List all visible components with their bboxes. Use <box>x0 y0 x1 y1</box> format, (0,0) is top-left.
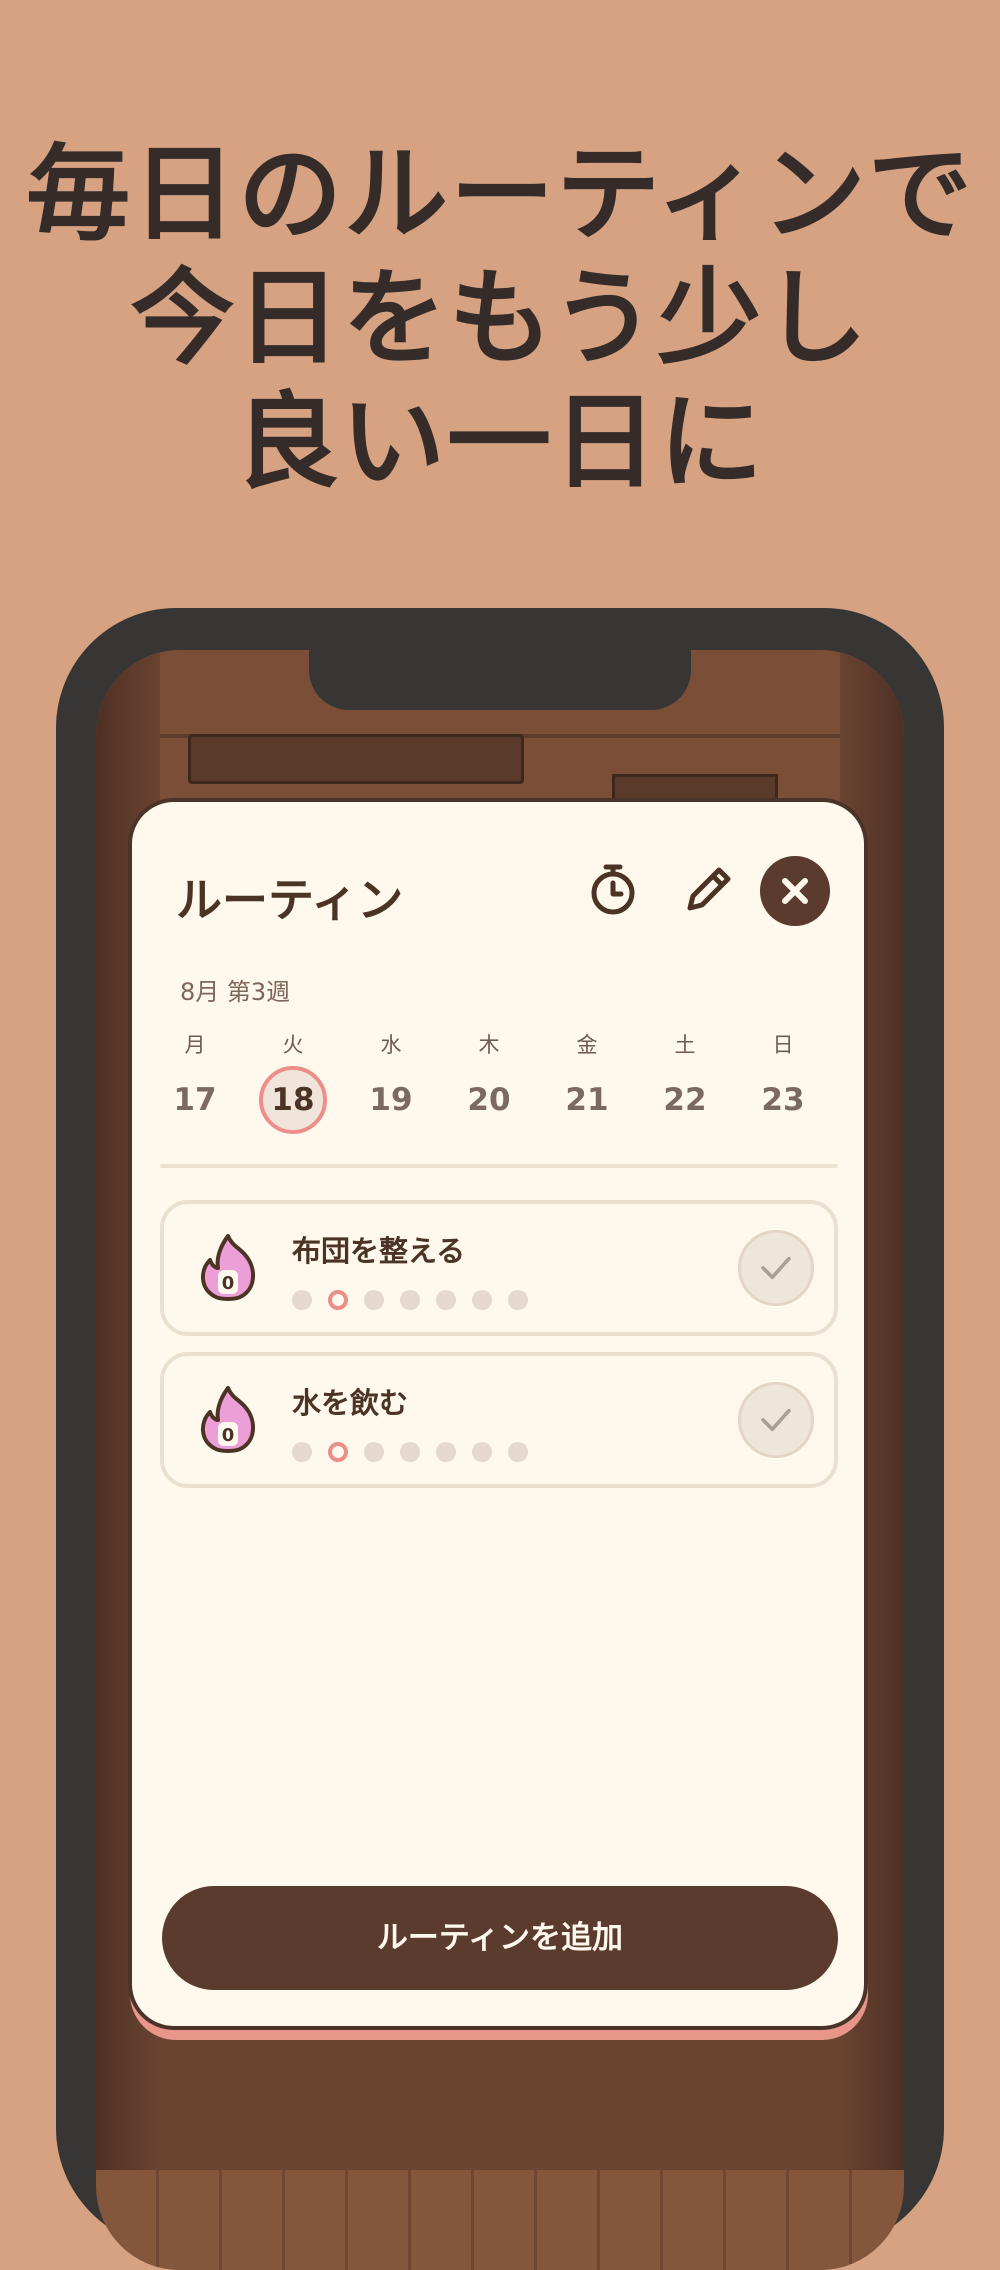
day-of-week: 火 <box>282 1033 304 1057</box>
progress-dot <box>292 1290 312 1310</box>
room-floor <box>96 2170 904 2270</box>
streak-count: 0 <box>222 1425 235 1446</box>
headline: 毎日のルーティンで 今日をもう少し 良い一日に <box>0 132 1000 504</box>
close-button[interactable] <box>760 856 830 926</box>
routine-name: 布団を整える <box>292 1234 466 1268</box>
day-sat[interactable]: 土 22 <box>646 1030 724 1160</box>
check-icon <box>761 1408 791 1432</box>
progress-dot <box>400 1442 420 1462</box>
phone-notch <box>309 608 691 710</box>
panel-title: ルーティン <box>176 873 404 927</box>
add-routine-button[interactable]: ルーティンを追加 <box>162 1886 838 1990</box>
routine-item[interactable]: 0 布団を整える <box>160 1200 838 1336</box>
day-thu[interactable]: 木 20 <box>450 1030 528 1160</box>
timer-icon <box>591 864 635 915</box>
progress-dot <box>472 1442 492 1462</box>
progress-dot <box>364 1290 384 1310</box>
streak-count: 0 <box>222 1273 235 1294</box>
day-number: 20 <box>467 1082 511 1118</box>
headline-line-3: 良い一日に <box>234 381 765 503</box>
day-number: 18 <box>259 1066 327 1134</box>
progress-dot <box>436 1442 456 1462</box>
day-of-week: 土 <box>674 1033 696 1057</box>
room-shelf <box>188 734 524 784</box>
timer-button[interactable] <box>578 854 648 924</box>
routine-item[interactable]: 0 水を飲む <box>160 1352 838 1488</box>
day-number: 21 <box>565 1082 609 1118</box>
routine-name: 水を飲む <box>292 1386 409 1420</box>
day-mon[interactable]: 月 17 <box>156 1030 234 1160</box>
close-icon <box>782 878 808 904</box>
day-of-week: 水 <box>380 1033 402 1057</box>
progress-dot <box>472 1290 492 1310</box>
complete-button[interactable] <box>738 1382 814 1458</box>
routine-panel: ルーティン 8月 第3週 月 17 火 18 水 19 木 20 金 21 土 … <box>128 798 868 2030</box>
progress-dot <box>292 1442 312 1462</box>
day-sun[interactable]: 日 23 <box>744 1030 822 1160</box>
pencil-icon <box>687 867 731 911</box>
week-day-selector: 月 17 火 18 水 19 木 20 金 21 土 22 日 23 <box>156 1030 844 1160</box>
progress-dot <box>436 1290 456 1310</box>
day-of-week: 月 <box>184 1033 206 1057</box>
progress-dot-today <box>328 1290 348 1310</box>
progress-dot <box>508 1442 528 1462</box>
progress-dot-today <box>328 1442 348 1462</box>
headline-line-2: 今日をもう少し <box>130 257 870 379</box>
edit-button[interactable] <box>674 854 744 924</box>
day-wed[interactable]: 水 19 <box>352 1030 430 1160</box>
divider <box>160 1164 838 1168</box>
check-icon <box>761 1256 791 1280</box>
progress-dot <box>400 1290 420 1310</box>
day-number: 17 <box>173 1082 217 1118</box>
flame-icon: 0 <box>201 1234 255 1301</box>
day-number: 23 <box>761 1082 805 1118</box>
flame-icon: 0 <box>201 1386 255 1453</box>
week-label: 8月 第3週 <box>180 978 291 1006</box>
day-of-week: 木 <box>478 1033 500 1057</box>
day-number: 22 <box>663 1082 707 1118</box>
progress-dot <box>364 1442 384 1462</box>
day-of-week: 金 <box>576 1033 598 1057</box>
progress-dot <box>508 1290 528 1310</box>
day-tue-selected[interactable]: 火 18 <box>254 1030 332 1160</box>
day-number: 19 <box>369 1082 413 1118</box>
headline-line-1: 毎日のルーティンで <box>26 133 974 255</box>
day-fri[interactable]: 金 21 <box>548 1030 626 1160</box>
complete-button[interactable] <box>738 1230 814 1306</box>
day-of-week: 日 <box>772 1033 794 1057</box>
